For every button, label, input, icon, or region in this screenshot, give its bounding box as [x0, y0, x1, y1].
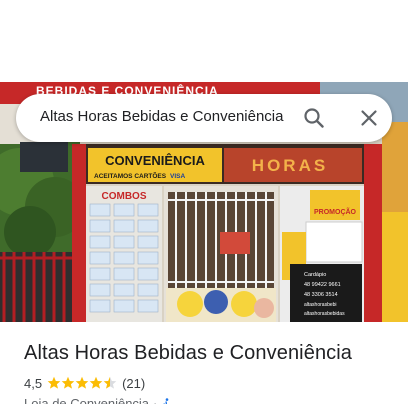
- star-icon: [89, 376, 103, 389]
- sign-main-text: CONVENIÊNCIA: [105, 153, 205, 168]
- star-icon: [75, 376, 89, 389]
- brand-sign-text: HORAS: [252, 156, 328, 175]
- rating-value: 4,5: [24, 375, 43, 391]
- cardapio-text: Cardápio: [304, 272, 326, 278]
- close-icon[interactable]: [357, 106, 381, 130]
- star-icon: [61, 376, 75, 389]
- place-category[interactable]: Loja de Conveniência: [24, 396, 149, 404]
- wheelchair-icon: [161, 397, 173, 404]
- rating-stars: [47, 376, 117, 390]
- handle1-text: altashorasbebi: [304, 302, 337, 308]
- phone1-text: 48 99422 9661: [304, 282, 341, 288]
- search-bar[interactable]: Altas Horas Bebidas e Conveniência: [16, 94, 392, 142]
- promo-text: PROMOÇÃO: [314, 207, 357, 216]
- sign-visa-text: VISA: [170, 173, 185, 180]
- phone2-text: 48 3306 3514: [304, 292, 338, 298]
- top-blank-area: [0, 0, 408, 82]
- handle2-text: altashorasbebidas: [304, 311, 345, 317]
- review-count[interactable]: (21): [122, 376, 145, 391]
- star-icon: [103, 376, 117, 389]
- sign-sub-text: ACEITAMOS CARTÕES: [94, 171, 167, 180]
- search-icon[interactable]: [302, 106, 326, 130]
- place-title[interactable]: Altas Horas Bebidas e Conveniência: [24, 342, 352, 365]
- rating-row[interactable]: 4,5 (21): [24, 374, 145, 392]
- combos-text: COMBOS: [102, 191, 147, 202]
- search-input[interactable]: Altas Horas Bebidas e Conveniência: [40, 108, 283, 125]
- separator-dot: ·: [153, 396, 158, 404]
- star-icon: [47, 376, 61, 389]
- category-row: Loja de Conveniência ·: [24, 396, 173, 404]
- place-info-panel: Altas Horas Bebidas e Conveniência 4,5 (…: [0, 322, 408, 404]
